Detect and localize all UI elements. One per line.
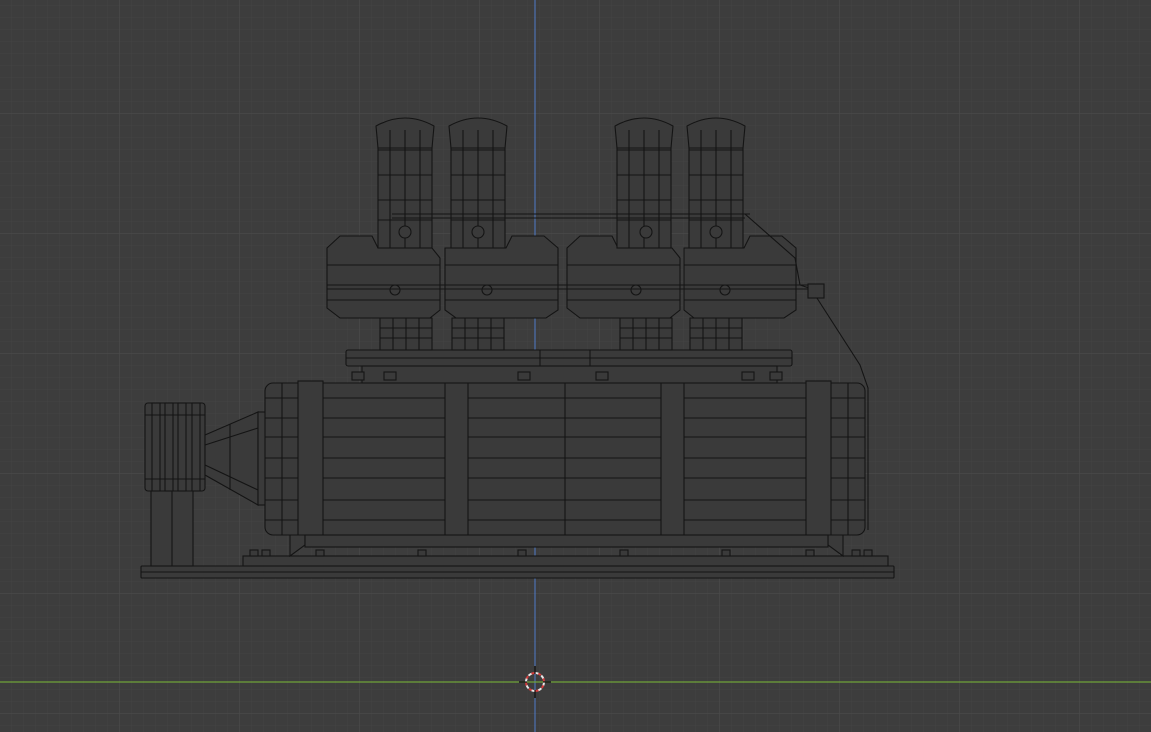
viewport-canvas[interactable]: [0, 0, 1151, 732]
3d-viewport[interactable]: [0, 0, 1151, 732]
